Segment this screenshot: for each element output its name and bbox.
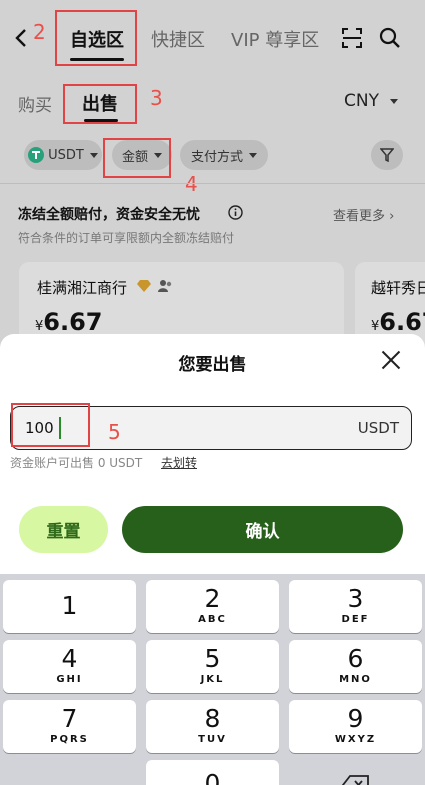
merchant-card[interactable]: 桂满湘江商行 ¥6.67 — [19, 262, 344, 345]
key-digit: 6 — [347, 644, 364, 673]
key-7[interactable]: 7 PQRS — [3, 700, 136, 753]
close-icon[interactable] — [381, 350, 401, 370]
notice-subtitle: 符合条件的订单可享限额内全额冻结赔付 — [18, 231, 235, 245]
background-page: 自选区 快捷区 VIP 尊享区 2 购买 出售 3 CNY USDT 金额 4 … — [0, 0, 425, 345]
key-3[interactable]: 3 DEF — [289, 580, 422, 633]
merchant-name: 桂满湘江商行 — [37, 279, 128, 297]
key-letters: TUV — [198, 734, 227, 745]
key-letters: ABC — [198, 614, 227, 625]
annotation-box-amount — [103, 138, 171, 178]
sheet-title: 您要出售 — [178, 355, 247, 375]
numeric-keyboard: 1 2 ABC 3 DEF 4 GHI 5 JKL 6 MNO 7 PQRS 8… — [0, 574, 425, 785]
sell-sheet: 您要出售 100 USDT 5 资金账户可出售 0 USDT 去划转 重置 确认 — [0, 334, 425, 574]
annotation-box-input — [11, 403, 90, 447]
backspace-icon[interactable] — [341, 774, 371, 785]
filter-icon — [380, 148, 394, 162]
search-icon[interactable] — [379, 27, 401, 49]
key-digit: 3 — [347, 584, 364, 613]
diamond-badge-icon — [137, 280, 151, 292]
key-digit: 9 — [347, 704, 364, 733]
divider — [0, 183, 425, 184]
key-8[interactable]: 8 TUV — [146, 700, 279, 753]
currency-selector[interactable]: CNY — [344, 91, 399, 111]
merchant-price: ¥6.67 — [371, 308, 425, 336]
caret-down-icon — [89, 152, 98, 158]
annotation-box-tab — [55, 10, 137, 66]
merchant-card[interactable]: 越轩秀日 ¥6.67 — [355, 262, 425, 345]
price-value: 6.67 — [379, 308, 425, 336]
usdt-coin-icon — [28, 147, 45, 163]
key-1[interactable]: 1 — [3, 580, 136, 633]
annotation-box-sell — [63, 84, 137, 124]
key-digit: 2 — [204, 584, 221, 613]
reset-button[interactable]: 重置 — [19, 506, 108, 553]
transfer-link[interactable]: 去划转 — [161, 454, 197, 471]
key-5[interactable]: 5 JKL — [146, 640, 279, 693]
key-digit: 1 — [61, 591, 78, 620]
key-digit: 8 — [204, 704, 221, 733]
confirm-button[interactable]: 确认 — [122, 506, 403, 553]
available-balance-hint: 资金账户可出售 0 USDT — [10, 456, 143, 470]
coin-label: USDT — [48, 147, 84, 163]
key-letters: GHI — [56, 674, 83, 685]
tab-quick[interactable]: 快捷区 — [151, 26, 205, 52]
price-value: 6.67 — [43, 308, 103, 336]
key-4[interactable]: 4 GHI — [3, 640, 136, 693]
key-digit: 0 — [204, 769, 221, 785]
merchant-name: 越轩秀日 — [371, 279, 425, 297]
key-letters: PQRS — [50, 734, 89, 745]
payment-filter-label: 支付方式 — [190, 149, 243, 165]
key-digit: 4 — [61, 644, 78, 673]
see-more-label: 查看更多 — [333, 209, 386, 224]
key-letters: WXYZ — [334, 734, 377, 745]
annotation-number: 3 — [150, 86, 163, 110]
key-6[interactable]: 6 MNO — [289, 640, 422, 693]
key-9[interactable]: 9 WXYZ — [289, 700, 422, 753]
key-digit: 5 — [204, 644, 221, 673]
currency-label: CNY — [344, 91, 379, 111]
key-letters: JKL — [200, 674, 225, 685]
scan-icon[interactable] — [341, 27, 363, 49]
chevron-left-icon[interactable] — [14, 28, 28, 48]
notice-title: 冻结全额赔付，资金安全无忧 — [18, 207, 200, 223]
caret-down-icon — [249, 152, 257, 158]
amount-unit: USDT — [357, 419, 399, 437]
key-digit: 7 — [61, 704, 78, 733]
buy-tab[interactable]: 购买 — [18, 91, 52, 116]
key-letters: DEF — [341, 614, 370, 625]
see-more-link[interactable]: 查看更多 › — [333, 205, 394, 224]
users-icon — [158, 280, 172, 292]
annotation-number: 4 — [185, 172, 198, 196]
merchant-price: ¥6.67 — [35, 308, 103, 336]
tab-vip[interactable]: VIP 尊享区 — [231, 26, 319, 52]
filter-button[interactable] — [371, 140, 403, 170]
annotation-number: 5 — [108, 420, 121, 444]
coin-filter[interactable]: USDT — [24, 140, 102, 170]
info-icon[interactable] — [228, 205, 243, 220]
key-0[interactable]: 0 — [146, 760, 279, 785]
chevron-right-icon: › — [389, 209, 395, 224]
caret-down-icon — [390, 98, 399, 104]
key-2[interactable]: 2 ABC — [146, 580, 279, 633]
annotation-number: 2 — [33, 20, 46, 44]
key-letters: MNO — [339, 674, 372, 685]
payment-filter[interactable]: 支付方式 — [180, 140, 268, 170]
